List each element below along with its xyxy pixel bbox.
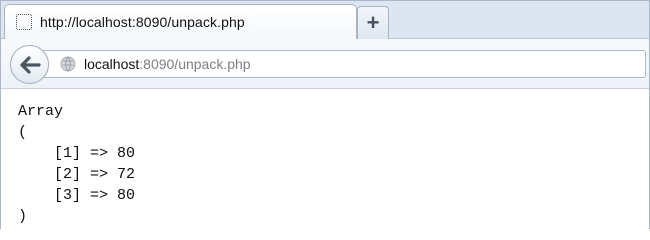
globe-icon — [60, 56, 76, 72]
tab-title: http://localhost:8090/unpack.php — [40, 14, 245, 30]
url-host: localhost — [84, 56, 140, 72]
output-line: [2] => 72 — [18, 166, 136, 183]
address-bar[interactable]: localhost:8090/unpack.php — [34, 50, 646, 78]
tab-favicon-icon — [16, 14, 32, 30]
navigation-toolbar: localhost:8090/unpack.php — [1, 39, 649, 89]
output-line: [1] => 80 — [18, 145, 136, 162]
tab-strip: http://localhost:8090/unpack.php + — [1, 1, 649, 39]
plus-icon: + — [366, 10, 380, 35]
url-path: :8090/unpack.php — [139, 56, 251, 72]
output-line: Array — [18, 103, 64, 120]
output-line: ) — [18, 208, 28, 225]
browser-window: http://localhost:8090/unpack.php + local… — [0, 0, 650, 230]
new-tab-button[interactable]: + — [357, 6, 389, 39]
output-line: ( — [18, 124, 28, 141]
back-arrow-icon — [19, 55, 41, 74]
active-tab[interactable]: http://localhost:8090/unpack.php — [4, 4, 357, 39]
url-text: localhost:8090/unpack.php — [84, 56, 251, 72]
back-button[interactable] — [10, 45, 49, 84]
output-line: [3] => 80 — [18, 187, 136, 204]
page-content: Array ( [1] => 80 [2] => 72 [3] => 80 ) — [1, 90, 649, 230]
